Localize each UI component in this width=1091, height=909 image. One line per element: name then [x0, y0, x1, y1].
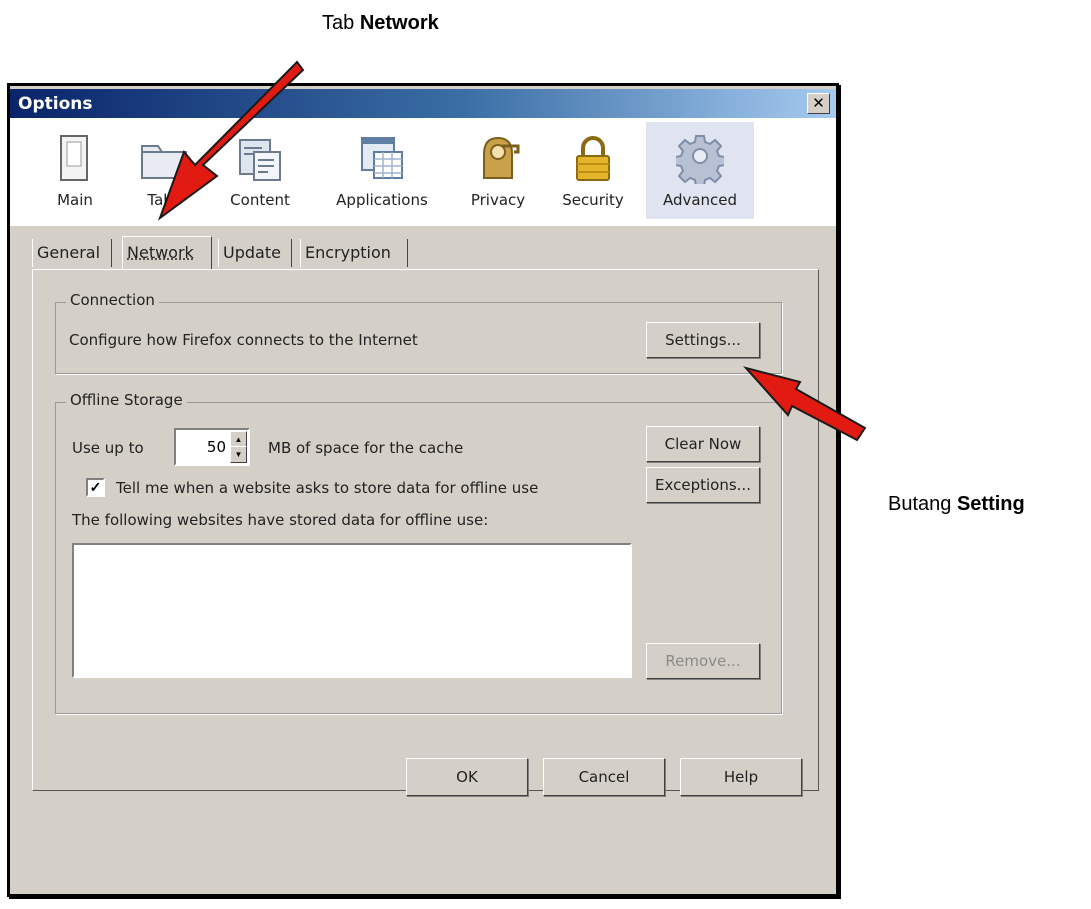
tab-update[interactable]: Update [218, 239, 292, 267]
clear-now-label: Clear Now [664, 435, 742, 453]
title-bar: Options ✕ [10, 89, 836, 118]
pane-label: Tabs [147, 191, 181, 209]
tab-label: Update [223, 243, 281, 262]
offline-websites-list[interactable] [72, 543, 632, 678]
privacy-icon [483, 136, 520, 179]
caption-bold: Setting [956, 493, 1025, 515]
preferences-toolbar: Main Tabs Content Applications Privacy S… [10, 118, 836, 226]
cache-suffix-label: MB of space for the cache [268, 439, 464, 457]
ok-button[interactable]: OK [406, 758, 528, 796]
tab-general[interactable]: General [32, 239, 112, 267]
help-button[interactable]: Help [680, 758, 802, 796]
pane-label: Main [57, 191, 93, 209]
tell-me-checkbox[interactable]: ✓ [86, 478, 105, 497]
close-button[interactable]: ✕ [807, 93, 830, 114]
connection-legend: Connection [66, 291, 159, 309]
applications-icon [361, 137, 403, 179]
tabs-icon [141, 145, 187, 179]
tab-label: Network [127, 243, 194, 262]
settings-button-caption: Butang Setting [888, 493, 1025, 516]
tell-me-label: Tell me when a website asks to store dat… [116, 479, 539, 497]
caption-bold: Network [359, 12, 439, 34]
checkmark-icon: ✓ [89, 479, 102, 495]
cache-size-stepper[interactable]: 50 ▲ ▼ [174, 428, 250, 466]
settings-button-label: Settings... [665, 331, 741, 349]
use-up-to-label: Use up to [72, 439, 144, 457]
pane-main[interactable]: Main [38, 122, 112, 219]
cache-size-value: 50 [206, 438, 226, 456]
tab-network-caption: Tab Network [322, 12, 439, 35]
remove-button[interactable]: Remove... [646, 643, 760, 679]
pane-label: Applications [336, 191, 428, 209]
clear-now-button[interactable]: Clear Now [646, 426, 760, 462]
connection-description: Configure how Firefox connects to the In… [69, 331, 418, 349]
remove-label: Remove... [665, 652, 741, 670]
pane-label: Advanced [662, 191, 738, 209]
offline-storage-group: Offline Storage Use up to 50 ▲ ▼ MB of s… [55, 391, 782, 714]
pane-content[interactable]: Content [218, 122, 302, 219]
tab-encryption[interactable]: Encryption [300, 239, 408, 267]
pane-label: Privacy [470, 191, 526, 209]
tab-label: Encryption [305, 243, 391, 262]
advanced-icon [676, 135, 724, 184]
tab-network[interactable]: Network [122, 236, 212, 269]
help-label: Help [723, 768, 759, 786]
exceptions-label: Exceptions... [655, 476, 751, 494]
ok-label: OK [456, 768, 478, 786]
exceptions-button[interactable]: Exceptions... [646, 467, 760, 503]
network-panel: Connection Configure how Firefox connect… [32, 269, 819, 791]
security-icon [576, 136, 610, 181]
pane-advanced[interactable]: Advanced [646, 122, 754, 219]
pane-label: Content [230, 191, 290, 209]
cancel-button[interactable]: Cancel [543, 758, 665, 796]
caption-prefix: Tab [322, 12, 355, 34]
close-icon: ✕ [812, 94, 825, 112]
offline-list-label: The following websites have stored data … [72, 511, 489, 529]
offline-storage-legend: Offline Storage [66, 391, 187, 409]
spin-down-icon[interactable]: ▼ [230, 446, 247, 463]
pane-security[interactable]: Security [550, 122, 636, 219]
cancel-label: Cancel [578, 768, 630, 786]
window-title: Options [18, 94, 93, 114]
pane-tabs[interactable]: Tabs [124, 122, 204, 219]
pane-privacy[interactable]: Privacy [460, 122, 536, 219]
tab-label: General [37, 243, 101, 262]
pane-applications[interactable]: Applications [325, 122, 439, 219]
settings-button[interactable]: Settings... [646, 322, 760, 358]
content-icon [239, 139, 281, 181]
caption-prefix: Butang [888, 493, 952, 515]
main-icon [60, 135, 88, 181]
options-dialog: Options ✕ Main Tabs Content Applications… [7, 83, 839, 897]
pane-label: Security [562, 191, 624, 209]
connection-group: Connection Configure how Firefox connect… [55, 291, 782, 374]
